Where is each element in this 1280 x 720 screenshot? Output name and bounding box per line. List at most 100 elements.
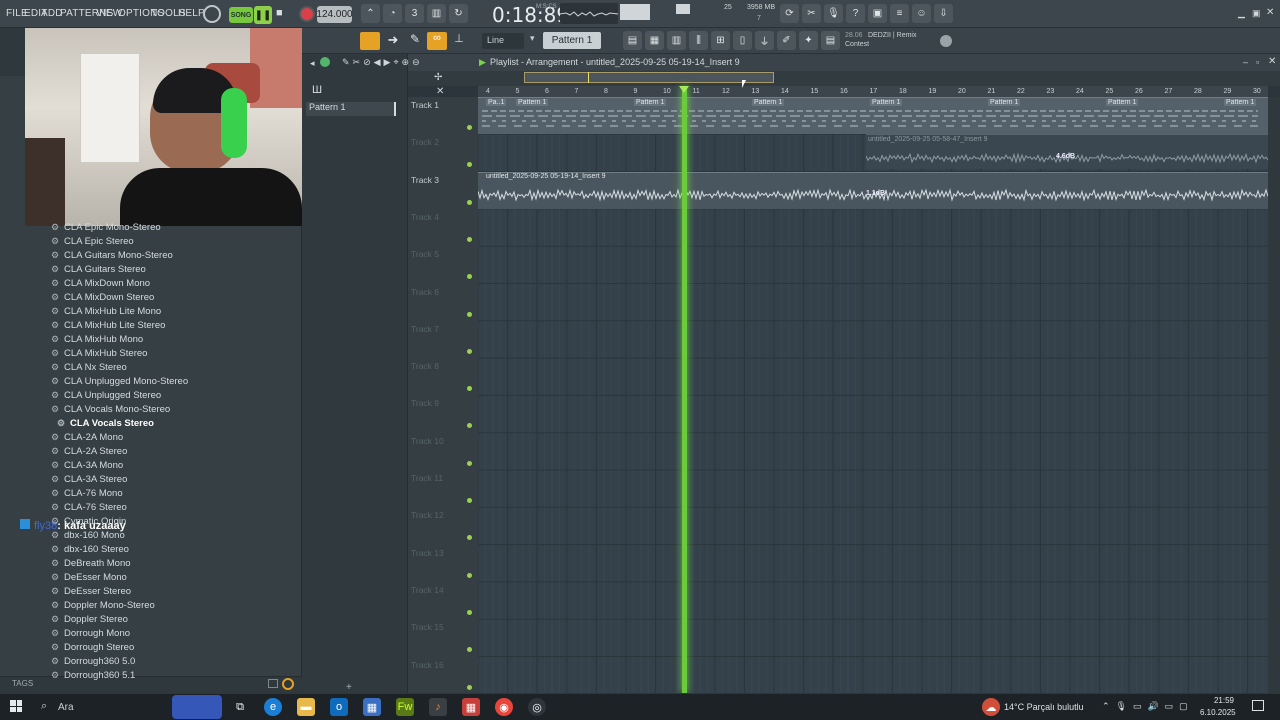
track-mute-led[interactable]	[467, 125, 472, 130]
browser-item[interactable]: ⚙ CLA Nx Stereo	[51, 362, 127, 373]
taskbar-date[interactable]: 6.10.2025	[1200, 708, 1236, 717]
windows-start-icon[interactable]	[10, 700, 22, 712]
track-name[interactable]: Track 2	[411, 137, 439, 147]
browser-item[interactable]: ⚙ CLA MixHub Lite Mono	[51, 306, 161, 317]
magnet-icon[interactable]	[320, 57, 330, 67]
edge-icon[interactable]: e	[264, 698, 282, 716]
folder-icon[interactable]	[268, 679, 278, 688]
news-subtitle[interactable]: Contest	[845, 41, 869, 48]
close-icon[interactable]: ✕	[1266, 7, 1274, 18]
browser-item[interactable]: ⚙ CLA-76 Stereo	[51, 502, 127, 513]
search-icon[interactable]	[282, 678, 294, 690]
vertical-scrollbar[interactable]	[1268, 97, 1280, 693]
track-name[interactable]: Track 7	[411, 324, 439, 334]
mixer-view-icon[interactable]: ⫼	[689, 31, 708, 50]
brush-icon[interactable]: ✐	[777, 31, 796, 50]
browser-item[interactable]: ⚙ CLA MixHub Lite Stereo	[51, 320, 165, 331]
track-mute-led[interactable]	[467, 199, 472, 205]
browser-item[interactable]: ⚙ DeEsser Stereo	[51, 586, 131, 597]
file-explorer-icon[interactable]: ▬	[297, 698, 315, 716]
pencil-icon[interactable]: ✎	[405, 32, 425, 50]
fireworks-icon[interactable]: Fw	[396, 698, 414, 716]
link-icon[interactable]: ∞	[427, 32, 447, 50]
stop-button[interactable]: ■	[276, 7, 290, 21]
track-name[interactable]: Track 1	[411, 100, 439, 110]
browser-item[interactable]: ⚙ CLA MixHub Mono	[51, 334, 143, 345]
chrome-icon[interactable]: ◉	[495, 698, 513, 716]
taskbar-search-box[interactable]: Ara	[58, 702, 74, 713]
track-name[interactable]: Track 5	[411, 249, 439, 259]
pattern-list-item[interactable]: Pattern 1	[306, 102, 396, 116]
snap-dropdown-icon[interactable]: ▾	[530, 33, 540, 49]
track-mute-led[interactable]	[467, 460, 472, 466]
plugin-icon[interactable]: ▯	[733, 31, 752, 50]
chevron-left-icon[interactable]: ◂	[310, 58, 315, 69]
browser-item[interactable]: ⚙ Dorrough360 5.0	[51, 656, 135, 667]
track-name[interactable]: Track 9	[411, 398, 439, 408]
metronome-icon[interactable]: ⌃	[361, 4, 380, 23]
browser-item[interactable]: ⚙ CLA Guitars Mono-Stereo	[51, 250, 173, 261]
wave-icon[interactable]: ▤	[821, 31, 840, 50]
browser-item[interactable]: ⚙ CLA-3A Stereo	[51, 474, 127, 485]
help-icon[interactable]: ?	[846, 4, 865, 23]
task-view-icon[interactable]: ⧉	[231, 698, 249, 716]
download-icon[interactable]: ⇩	[934, 4, 953, 23]
track-mute-led[interactable]	[467, 311, 472, 317]
tags-label[interactable]: TAGS	[12, 679, 33, 688]
playhead-marker-icon[interactable]	[679, 86, 689, 93]
snap-select[interactable]: Line	[482, 33, 524, 49]
playlist-maximize-icon[interactable]: ▫	[1256, 57, 1259, 67]
channel-rack-icon[interactable]: ▥	[667, 31, 686, 50]
track-name[interactable]: Track 15	[411, 622, 444, 632]
browser-item[interactable]: ⚙ CLA Guitars Stereo	[51, 264, 146, 275]
browser-item[interactable]: ⚙ DeBreath Mono	[51, 558, 131, 569]
piano-roll-icon[interactable]: ▦	[645, 31, 664, 50]
browser-item[interactable]: ⚙ CLA-3A Mono	[51, 460, 123, 471]
track-name[interactable]: Track 14	[411, 585, 444, 595]
browser-item[interactable]: ⚙ CLA-76 Mono	[51, 488, 123, 499]
browser-item[interactable]: ⚙ CLA Epic Mono-Stereo	[51, 222, 161, 233]
browser-item[interactable]: ⚙ CLA-2A Mono	[51, 432, 123, 443]
system-tray-icons[interactable]: ⌃🎙▭🔊▭▢	[1102, 701, 1194, 712]
track-name[interactable]: Track 16	[411, 660, 444, 670]
notification-icon[interactable]	[1252, 700, 1264, 711]
song-mode-button[interactable]: SONG	[229, 7, 253, 23]
track-mute-led[interactable]	[467, 348, 472, 354]
taskbar-search-icon[interactable]: ⌕	[41, 700, 47, 713]
browser-item[interactable]: ⚙ DeEsser Mono	[51, 572, 127, 583]
browser-item[interactable]: ⚙ Doppler Mono-Stereo	[51, 600, 155, 611]
track-name[interactable]: Track 4	[411, 212, 439, 222]
maximize-icon[interactable]: ▣	[1252, 8, 1261, 19]
record-button[interactable]	[299, 6, 315, 22]
fl-studio-icon[interactable]: ♪	[429, 698, 447, 716]
weather-text[interactable]: 14°C Parçalı bulutlu	[1004, 702, 1084, 712]
playlist-toggle-icon[interactable]	[360, 32, 380, 50]
app-grid-icon[interactable]: ▦	[462, 698, 480, 716]
taskbar-clock[interactable]: 21:59	[1204, 696, 1234, 705]
wand-icon[interactable]: ✦	[799, 31, 818, 50]
refresh-icon[interactable]: ⟳	[780, 4, 799, 23]
obs-icon[interactable]: ◎	[528, 698, 546, 716]
track-name[interactable]: Track 13	[411, 548, 444, 558]
browser-item[interactable]: ⚙ CLA MixDown Stereo	[51, 292, 154, 303]
search-highlight-image[interactable]	[172, 695, 222, 719]
globe-icon[interactable]	[940, 35, 952, 47]
move-icon[interactable]: ✢	[434, 72, 442, 83]
track-mute-led[interactable]	[467, 609, 472, 615]
track-name[interactable]: Track 11	[411, 473, 443, 483]
plug-icon[interactable]: ⏚	[755, 31, 774, 50]
cut-icon[interactable]: ✂	[802, 4, 821, 23]
browser-item[interactable]: ⚙ CLA Vocals Stereo	[57, 418, 154, 429]
tempo-display[interactable]: 124.000	[316, 6, 353, 23]
minimize-icon[interactable]: ▁	[1238, 8, 1245, 19]
browser-item[interactable]: ⚙ dbx-160 Mono	[51, 530, 125, 541]
view-playlist-icon[interactable]: ▤	[623, 31, 642, 50]
browser-item[interactable]: ⚙ Dorrough Mono	[51, 628, 130, 639]
menu-help[interactable]: HELP	[178, 8, 205, 19]
browser-item[interactable]: ⚙ Dorrough Stereo	[51, 642, 134, 653]
track-name[interactable]: Track 12	[411, 510, 444, 520]
add-pattern-icon[interactable]: +	[346, 682, 352, 693]
play-button[interactable]: ❚❚	[254, 6, 272, 24]
playhead[interactable]	[682, 86, 687, 693]
browser-item[interactable]: ⚙ CLA Unplugged Stereo	[51, 390, 161, 401]
